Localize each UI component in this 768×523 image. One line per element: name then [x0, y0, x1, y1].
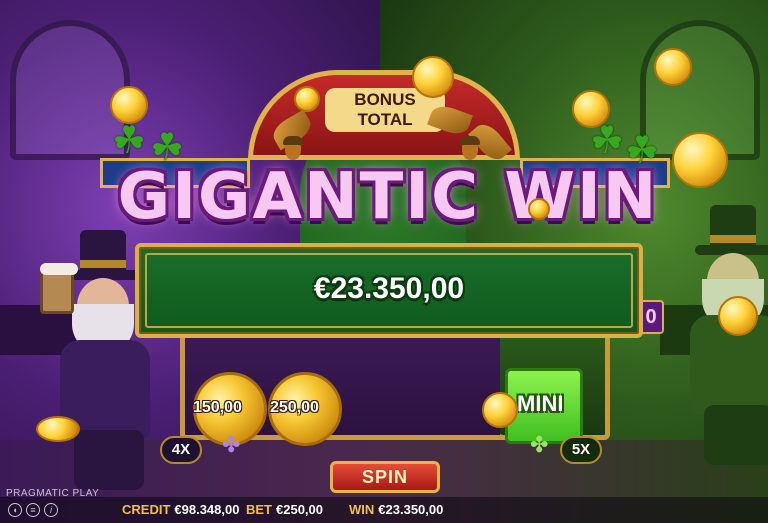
coin-icon [672, 132, 728, 188]
coin-icon [482, 392, 518, 428]
win-amount: €23.350,00 [313, 272, 465, 305]
spin-button[interactable]: SPIN [330, 461, 440, 493]
mini-jackpot-label: MINI [517, 391, 564, 416]
beer-mug-left [40, 263, 78, 314]
speaker-icon[interactable]: ◖ [8, 503, 22, 517]
credit-label: CREDIT [122, 502, 171, 517]
game-scene: BONUS TOTAL ☘ ☘ ☘ ☘ 150,00 250,00 MINI ✤… [0, 0, 768, 523]
credit-readout: CREDIT €98.348,00 [122, 502, 239, 517]
coin-icon [572, 90, 610, 128]
hamburger-icon[interactable]: ≡ [26, 503, 40, 517]
coin-icon [36, 416, 80, 442]
multiplier-badge-right: 5X [560, 436, 602, 464]
clover-icon: ✤ [222, 432, 241, 457]
provider-logo: PRAGMATIC PLAY [6, 488, 100, 499]
coin-icon [718, 296, 758, 336]
shamrock-icon: ☘ [112, 120, 147, 162]
info-icon[interactable]: i [44, 503, 58, 517]
win-label: WIN [349, 502, 375, 517]
acorn-icon [283, 136, 303, 160]
bet-value: €250,00 [276, 502, 323, 517]
win-value: €23.350,00 [378, 502, 444, 517]
coin-icon [654, 48, 692, 86]
acorn-icon [460, 136, 480, 160]
coin-icon [412, 56, 454, 98]
coin-icon [294, 86, 320, 112]
coin-icon [110, 86, 148, 124]
win-readout: WIN €23.350,00 [349, 502, 443, 517]
clover-icon: ✤ [530, 432, 549, 457]
bet-readout: BET €250,00 [246, 502, 323, 517]
credit-value: €98.348,00 [174, 502, 240, 517]
coin-icon [528, 198, 550, 220]
coin-value-1: 150,00 [193, 399, 242, 416]
gigantic-win-title: GIGANTIC WIN [117, 160, 659, 234]
bet-label: BET [246, 502, 272, 517]
coin-value-2: 250,00 [270, 399, 319, 416]
multiplier-badge-left: 4X [160, 436, 202, 464]
